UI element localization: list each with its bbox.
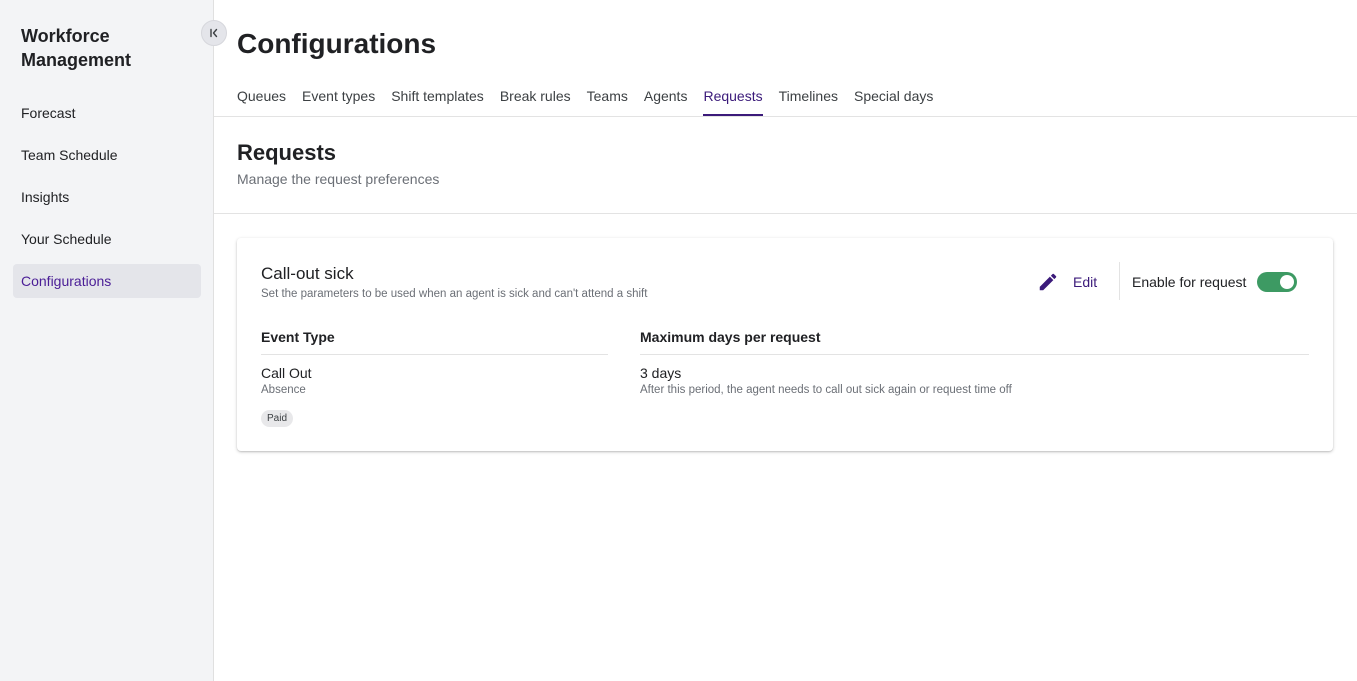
app-title: Workforce Management	[21, 26, 132, 70]
sidebar-nav: Forecast Team Schedule Insights Your Sch…	[13, 96, 201, 306]
paid-badge: Paid	[261, 410, 294, 427]
max-days-header: Maximum days per request	[640, 329, 821, 345]
tab-queues[interactable]: Queues	[237, 78, 286, 116]
config-tabs: Queues Event types Shift templates Break…	[237, 78, 949, 116]
max-days-value: 3 days	[640, 365, 682, 381]
card-subtitle: Set the parameters to be used when an ag…	[261, 288, 648, 300]
max-days-divider	[640, 354, 1309, 355]
event-type-value: Call Out	[261, 365, 312, 381]
section-divider	[214, 213, 1357, 214]
sidebar-item-configurations[interactable]: Configurations	[13, 264, 201, 298]
event-type-divider	[261, 354, 608, 355]
sidebar-item-your-schedule[interactable]: Your Schedule	[13, 222, 201, 256]
event-type-category: Absence	[261, 384, 306, 396]
toggle-knob	[1280, 275, 1294, 289]
enable-for-request-label: Enable for request	[1132, 274, 1247, 290]
sidebar-item-insights[interactable]: Insights	[13, 180, 201, 214]
collapse-sidebar-button[interactable]	[201, 20, 227, 46]
card-title: Call-out sick	[261, 264, 354, 283]
section-subtitle: Manage the request preferences	[237, 171, 440, 187]
tabs-divider	[214, 116, 1357, 117]
enable-for-request-toggle[interactable]	[1257, 272, 1297, 292]
tab-special-days[interactable]: Special days	[854, 78, 933, 116]
max-days-note: After this period, the agent needs to ca…	[640, 384, 1012, 396]
card-actions-divider	[1119, 262, 1120, 300]
sidebar-item-team-schedule[interactable]: Team Schedule	[13, 138, 201, 172]
section-title: Requests	[237, 140, 337, 165]
call-out-sick-card: Call-out sick Set the parameters to be u…	[237, 238, 1333, 451]
pencil-icon	[1039, 273, 1057, 291]
sidebar-item-forecast[interactable]: Forecast	[13, 96, 201, 130]
tab-break-rules[interactable]: Break rules	[500, 78, 571, 116]
tab-agents[interactable]: Agents	[644, 78, 688, 116]
page-title: Configurations	[237, 28, 437, 59]
sidebar: Workforce Management Forecast Team Sched…	[0, 0, 214, 681]
tab-event-types[interactable]: Event types	[302, 78, 375, 116]
collapse-left-icon	[210, 28, 218, 38]
tab-timelines[interactable]: Timelines	[779, 78, 838, 116]
edit-button-label: Edit	[1073, 274, 1098, 290]
tab-teams[interactable]: Teams	[587, 78, 628, 116]
edit-button[interactable]: Edit	[1037, 271, 1097, 293]
event-type-header: Event Type	[261, 329, 335, 345]
main-content: Configurations Queues Event types Shift …	[214, 0, 1357, 681]
tab-requests[interactable]: Requests	[703, 78, 763, 116]
tab-shift-templates[interactable]: Shift templates	[391, 78, 484, 116]
